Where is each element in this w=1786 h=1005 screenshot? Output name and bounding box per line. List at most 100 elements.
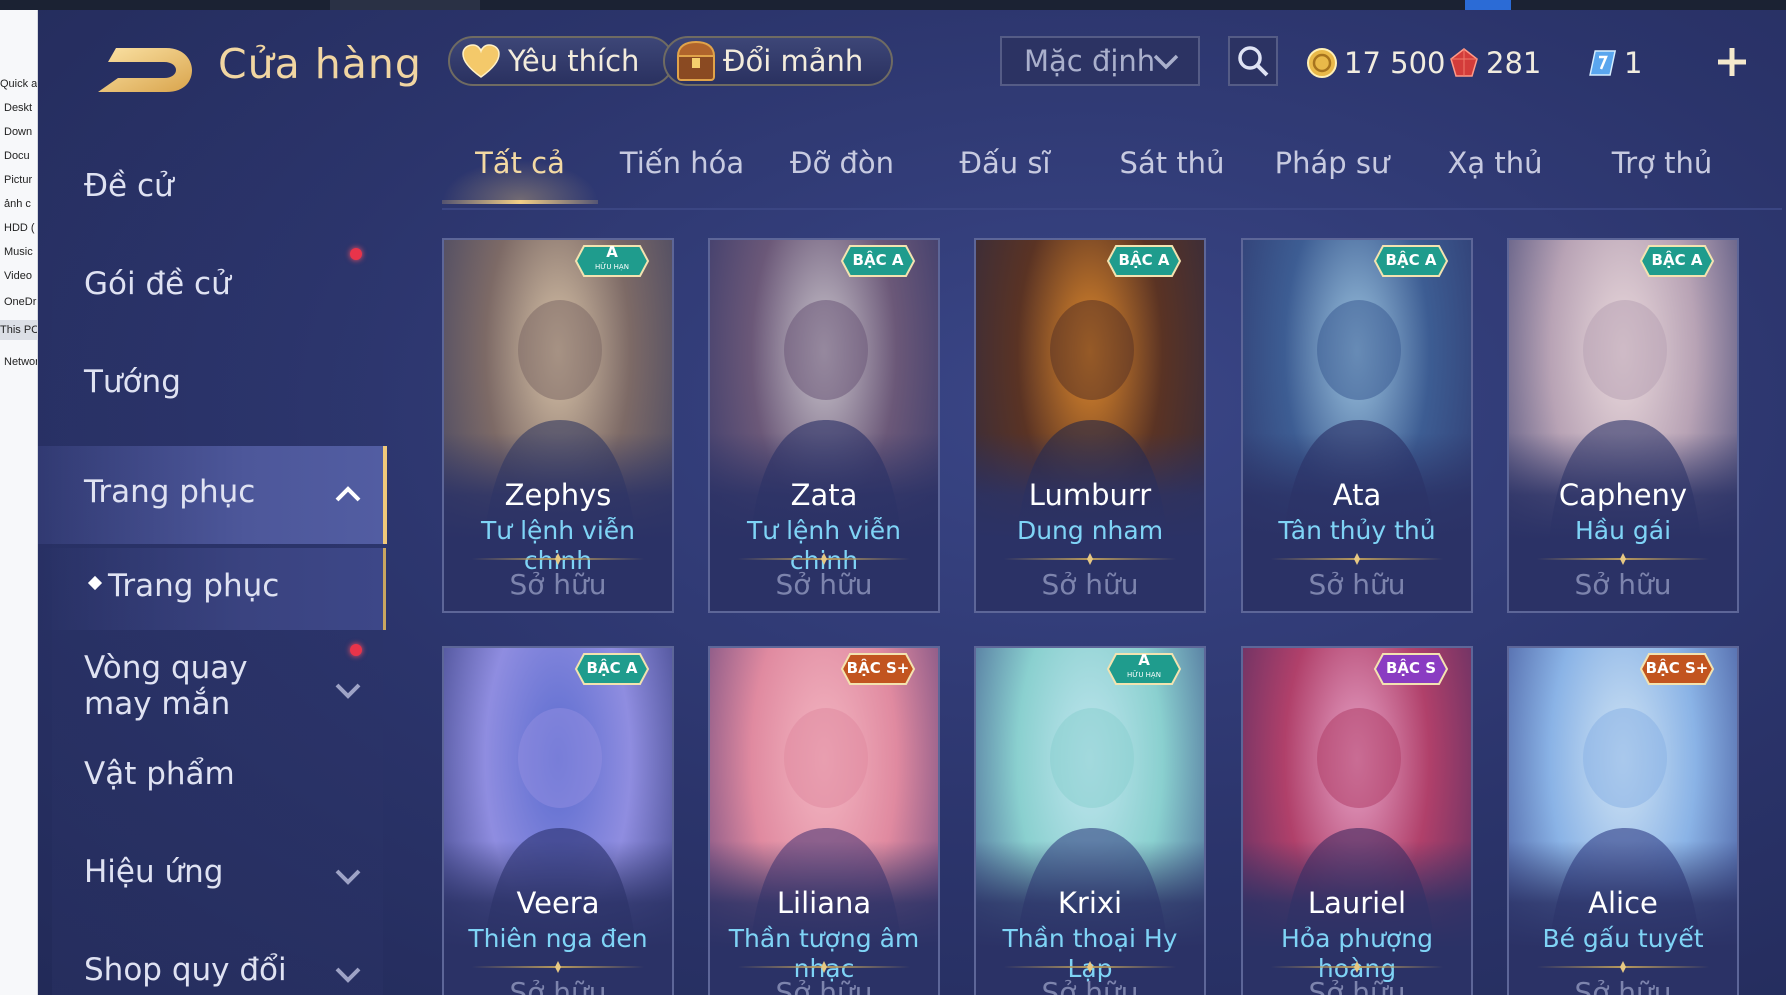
gold-coin-icon xyxy=(1307,48,1337,78)
heart-icon xyxy=(458,39,504,83)
favorites-button[interactable]: Yêu thích xyxy=(448,36,674,86)
gold-balance: 17 500 xyxy=(1306,44,1445,82)
explorer-nav-item[interactable]: Video xyxy=(0,266,37,286)
tab-4[interactable]: Sát thủ xyxy=(1092,138,1252,204)
skin-card[interactable]: BẬC A Veera Thiên nga đen Sở hữu xyxy=(442,646,674,995)
card-divider xyxy=(1004,961,1176,973)
card-divider xyxy=(738,961,910,973)
hero-name: Krixi xyxy=(1057,886,1123,920)
tab-2[interactable]: Đỡ đòn xyxy=(762,138,922,204)
skin-card[interactable]: BẬC S Lauriel Hỏa phượng hoàngSở hữu xyxy=(1241,646,1473,995)
sidebar-item-featured[interactable]: Đề cử xyxy=(38,160,383,220)
skin-card[interactable]: BẬC A Zata Tư lệnh viễn chinhSở hữu xyxy=(708,238,940,613)
tab-label: Tiến hóa xyxy=(619,146,745,180)
explorer-nav-item[interactable]: OneDri xyxy=(0,292,37,312)
ownership-status: Sở hữu xyxy=(1574,568,1672,601)
exchange-shards-button[interactable]: Đổi mảnh xyxy=(663,36,893,86)
chevron-down-icon xyxy=(335,967,361,983)
skin-name: Tư lệnh viễn chinh xyxy=(747,516,901,575)
tier-badge: BẬC A xyxy=(1639,244,1715,278)
sidebar-item-skins[interactable]: Trang phục xyxy=(38,446,387,544)
badge-text: A HỮU HẠN xyxy=(574,245,650,274)
category-tabs: Tất cả Tiến hóa Đỡ đòn Đấu sĩ Sát thủ Pháp sư… xyxy=(442,138,1782,210)
skin-name: Dung nham xyxy=(1016,516,1164,545)
hero-name: Alice xyxy=(1588,886,1658,920)
skin-card[interactable]: A HỮU HẠN Zephys Tư lệnh viễn chinhSở hữu xyxy=(442,238,674,613)
skin-card[interactable]: BẬC S+ Liliana Thần tượng âm nhạcSở hữu xyxy=(708,646,940,995)
sidebar-item-items[interactable]: Vật phẩm xyxy=(38,748,383,808)
hero-name: Lumburr xyxy=(1028,478,1152,512)
ownership-status: Sở hữu xyxy=(775,976,873,995)
hero-name: Zata xyxy=(790,478,858,512)
sidebar-item-featured-bundles[interactable]: Gói đề cử xyxy=(38,248,383,318)
card-divider xyxy=(738,553,910,565)
sidebar-item-label: Tướng xyxy=(84,364,181,400)
host-highlight-button[interactable] xyxy=(1465,0,1511,10)
host-title-bar xyxy=(0,0,1786,10)
tab-3[interactable]: Đấu sĩ xyxy=(930,138,1080,204)
explorer-nav-item[interactable]: Pictur xyxy=(0,170,37,190)
chevron-down-icon xyxy=(1153,54,1179,70)
tier-badge: BẬC A xyxy=(1106,244,1182,278)
voucher-balance: 1 xyxy=(1586,44,1642,82)
tab-0[interactable]: Tất cả xyxy=(442,138,598,204)
tier-badge: BẬC S+ xyxy=(1639,652,1715,686)
host-tab[interactable] xyxy=(330,0,480,10)
add-currency-button[interactable] xyxy=(1710,40,1754,84)
skin-card[interactable]: BẬC A Lumburr Dung nham Sở hữu xyxy=(974,238,1206,613)
host-bottom-strip xyxy=(0,995,1786,1005)
badge-label: BẬC S+ xyxy=(846,659,910,677)
gem-amount: 281 xyxy=(1486,46,1542,80)
ownership-status: Sở hữu xyxy=(1041,568,1139,601)
card-divider xyxy=(1537,961,1709,973)
badge-label: BẬC S xyxy=(1385,659,1437,677)
back-button[interactable] xyxy=(88,40,198,100)
tab-7[interactable]: Trợ thủ xyxy=(1582,138,1742,204)
explorer-nav-item[interactable]: Music xyxy=(0,242,37,262)
diamond-bullet-icon xyxy=(87,575,103,591)
active-tab-underline xyxy=(442,200,598,204)
explorer-nav-item[interactable]: ảnh c xyxy=(0,194,37,214)
explorer-nav-item[interactable]: Deskt xyxy=(0,98,37,118)
skin-name: Hầu gái xyxy=(1574,516,1672,545)
explorer-nav-item[interactable]: Networ xyxy=(0,352,37,372)
chevron-down-icon xyxy=(335,683,361,699)
sidebar-subitem-skins[interactable]: Trang phục xyxy=(38,548,386,630)
skin-card[interactable]: BẬC A Capheny Hầu gái Sở hữu xyxy=(1507,238,1739,613)
skin-card[interactable]: A HỮU HẠN Krixi Thần thoại Hy LạpSở hữu xyxy=(974,646,1206,995)
sidebar-item-effects[interactable]: Hiệu ứng xyxy=(38,846,383,906)
badge-sublabel: HỮU HẠN xyxy=(595,263,629,271)
badge-label: BẬC A xyxy=(1118,251,1170,269)
search-icon xyxy=(1238,46,1269,77)
sort-dropdown[interactable]: Mặc định xyxy=(1000,36,1200,86)
explorer-nav-item[interactable]: This PC xyxy=(0,320,37,340)
hero-name: Lauriel xyxy=(1307,886,1407,920)
sidebar-item-label: Trang phục xyxy=(84,474,256,510)
tab-5[interactable]: Pháp sư xyxy=(1252,138,1412,204)
plus-icon xyxy=(1718,48,1746,76)
ownership-status: Sở hữu xyxy=(509,568,607,601)
sidebar-item-label: Shop quy đổi xyxy=(84,952,287,988)
tier-badge: BẬC S xyxy=(1373,652,1449,686)
search-button[interactable] xyxy=(1228,36,1278,86)
skin-name: Tân thủy thủ xyxy=(1278,516,1436,545)
card-divider xyxy=(1537,553,1709,565)
card-divider xyxy=(472,961,644,973)
skin-card[interactable]: BẬC S+ Alice Bé gấu tuyết Sở hữu xyxy=(1507,646,1739,995)
sidebar-item-heroes[interactable]: Tướng xyxy=(38,356,383,416)
tab-label: Đấu sĩ xyxy=(959,146,1051,180)
tab-1[interactable]: Tiến hóa xyxy=(602,138,762,204)
explorer-nav-item[interactable]: HDD ( xyxy=(0,218,37,238)
back-arrow-icon xyxy=(98,48,192,92)
explorer-nav-item[interactable]: Quick a xyxy=(0,74,37,94)
explorer-nav-item[interactable]: Down xyxy=(0,122,37,142)
skin-card[interactable]: BẬC A Ata Tân thủy thủ Sở hữu xyxy=(1241,238,1473,613)
tab-6[interactable]: Xạ thủ xyxy=(1420,138,1570,204)
skin-name: Thần thoại Hy Lạp xyxy=(1002,924,1178,983)
sidebar-item-label: Vật phẩm xyxy=(84,756,235,792)
sidebar-item-exchange-shop[interactable]: Shop quy đổi xyxy=(38,944,383,995)
sidebar-item-lucky-spin[interactable]: Vòng quay may mắn xyxy=(38,638,383,738)
card-divider xyxy=(472,553,644,565)
tier-badge: BẬC A xyxy=(574,652,650,686)
explorer-nav-item[interactable]: Docu xyxy=(0,146,37,166)
